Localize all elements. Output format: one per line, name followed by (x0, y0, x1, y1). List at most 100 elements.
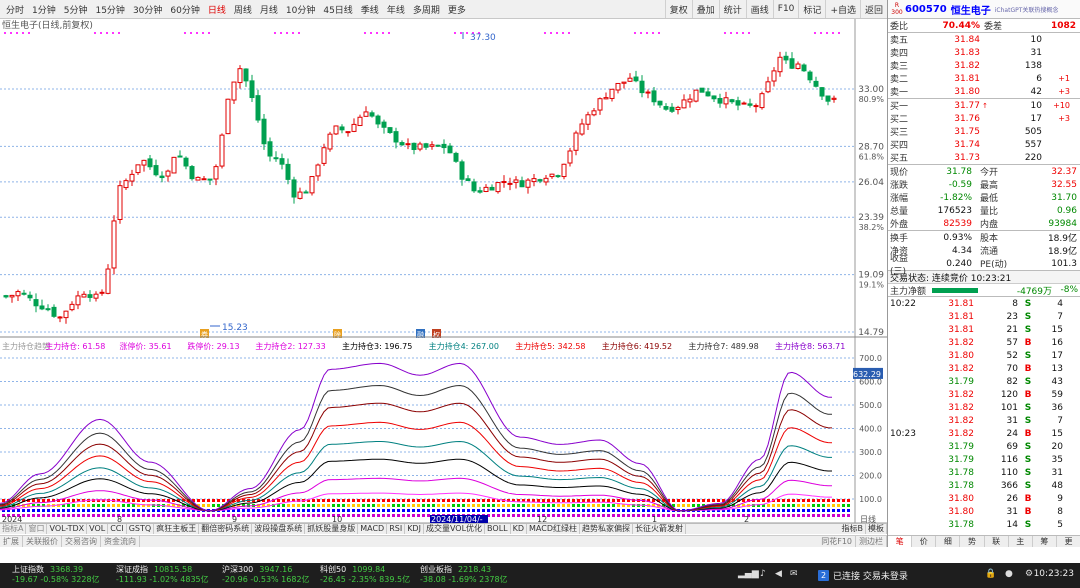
indicator-tab-right[interactable]: 指标B (840, 524, 866, 534)
stock-name[interactable]: 恒生电子 (951, 2, 991, 17)
indicator-tab[interactable]: KD (511, 524, 528, 534)
period-tab[interactable]: 10分钟 (282, 3, 319, 16)
period-tab[interactable]: 60分钟 (166, 3, 203, 16)
tick-volume: 69 (1006, 441, 1018, 452)
tool-button[interactable]: F10 (772, 0, 799, 18)
period-tab[interactable]: 年线 (383, 3, 409, 16)
indicator-tab[interactable]: VOL (87, 524, 109, 534)
indicator-tab[interactable]: 波段操盘系统 (252, 524, 306, 534)
period-tab[interactable]: 1分钟 (28, 3, 60, 16)
period-tab[interactable]: 30分钟 (129, 3, 166, 16)
indicator-tab[interactable]: KDJ (405, 524, 424, 534)
order-level[interactable]: 买一 31.77 ↑ 10 +10 (888, 99, 1080, 113)
period-tab[interactable]: 更多 (444, 3, 470, 16)
panel-tab[interactable]: 筹 (1033, 536, 1057, 547)
extension-tab[interactable]: 资金流向 (101, 536, 140, 547)
indicator-tab[interactable]: 疯狂主板王 (154, 524, 200, 534)
panel-tab[interactable]: 价 (912, 536, 937, 547)
extension-tab-right[interactable]: 测边栏 (856, 536, 887, 547)
period-tab[interactable]: 日线 (204, 3, 230, 16)
order-level[interactable]: 卖二 31.81 6 +1 (888, 72, 1080, 86)
period-tab[interactable]: 15分钟 (91, 3, 128, 16)
period-tab[interactable]: 分时 (2, 3, 28, 16)
signal-icon[interactable]: ▂▄▆ (738, 569, 759, 579)
panel-tab[interactable]: 势 (960, 536, 985, 547)
tool-button[interactable]: 叠加 (691, 0, 719, 18)
extension-tab[interactable]: 关联报价 (23, 536, 62, 547)
signal-dot (550, 32, 552, 34)
concept-link[interactable]: iChatGPT关联热搜概念 (995, 5, 1059, 14)
extension-tab[interactable]: 交易咨询 (62, 536, 101, 547)
tick-price: 31.79 (948, 376, 974, 387)
quote-row: 现价 31.78 今开 32.37 (888, 165, 1080, 179)
panel-tab[interactable]: 笔 (888, 536, 913, 547)
trading-terminal-window: 分时 1分钟 5分钟 15分钟 30分钟 60分钟 日线 周线 月线 10分钟 45日线 季线 年线 多周… (0, 0, 1080, 588)
index-item[interactable]: 深证成指 10815.58 -111.93 -1.02% 4835亿 (116, 565, 209, 585)
kline-chart-area[interactable]: 恒生电子(日线,前复权) 33.00 80.9% 28.70 61.8% 26.04 23.… (0, 19, 887, 523)
tool-button[interactable]: 复权 (664, 0, 692, 18)
period-tag: 日线 (860, 514, 876, 523)
band-dot (832, 504, 835, 507)
tool-button[interactable]: 返回 (859, 0, 887, 18)
panel-tab[interactable]: 主 (1009, 536, 1033, 547)
index-item[interactable]: 上证指数 3368.39 -19.67 -0.58% 3228亿 (12, 565, 100, 585)
band-dot (97, 509, 100, 512)
sound-icon[interactable]: ♪ (760, 569, 766, 579)
tool-button[interactable]: 标记 (798, 0, 825, 18)
indicator-tab-right[interactable]: 模板 (866, 524, 887, 534)
lock-icon[interactable]: 🔒 (985, 569, 996, 579)
settings-icon[interactable]: ⚙ (1025, 569, 1033, 579)
indicator-tab[interactable]: BOLL (485, 524, 511, 534)
indicator-tab[interactable]: 窗口 (26, 524, 48, 534)
user-icon[interactable]: ● (1005, 569, 1013, 579)
period-tab[interactable]: 多周期 (409, 3, 444, 16)
index-item[interactable]: 科创50 1099.84 -26.45 -2.35% 839.5亿 (320, 565, 410, 585)
period-tab[interactable]: 季线 (357, 3, 383, 16)
candle-body (669, 106, 675, 112)
period-tab[interactable]: 周线 (230, 3, 256, 16)
kline-chart-svg[interactable]: 恒生电子(日线,前复权) 33.0080.9% 28.7061.8% 26.04 23.… (0, 19, 887, 523)
order-level[interactable]: 买四 31.74 557 (888, 138, 1080, 152)
panel-tab[interactable]: 细 (936, 536, 961, 547)
extension-tab-right[interactable]: 同花F10 (818, 536, 856, 547)
indicator-tab[interactable]: RSI (387, 524, 406, 534)
band-dot (412, 499, 415, 502)
order-level[interactable]: 买三 31.75 505 (888, 125, 1080, 139)
tick-list[interactable]: 10:22 31.81 8 S 4 31.81 23 S 7 31.81 21 S 15 31.82 57 B… (888, 297, 1080, 531)
date-label: 10 (332, 515, 342, 523)
order-level[interactable]: 买二 31.76 17 +3 (888, 112, 1080, 126)
panel-tab[interactable]: 更 (1057, 536, 1080, 547)
period-tab[interactable]: 45日线 (319, 3, 356, 16)
index-item[interactable]: 沪深300 3947.16 -20.96 -0.53% 1682亿 (222, 565, 310, 585)
band-dot (442, 509, 445, 512)
indicator-tab[interactable]: 翻倍密码系统 (199, 524, 253, 534)
order-level[interactable]: 卖四 31.83 31 (888, 46, 1080, 60)
indicator-tab[interactable]: 成交量VOL优化 (424, 524, 486, 534)
order-level[interactable]: 卖三 31.82 138 (888, 59, 1080, 73)
period-tab[interactable]: 月线 (256, 3, 282, 16)
indicator-tab[interactable]: 抓妖股量身版 (305, 524, 359, 534)
indicator-tab[interactable]: 长征火箭发射 (633, 524, 686, 534)
order-level[interactable]: 买五 31.73 220 (888, 151, 1080, 165)
extension-tab[interactable]: 扩展 (0, 536, 23, 547)
indicator-tab[interactable]: CCI (108, 524, 127, 534)
message-icon[interactable]: ✉ (790, 569, 798, 579)
tool-button[interactable]: +自选 (825, 0, 860, 18)
indicator-tab[interactable]: VOL-TDX (47, 524, 88, 534)
indicator-tab[interactable]: 趋势私家偏探 (580, 524, 633, 534)
date-label: 12 (537, 515, 547, 523)
indicator-tab[interactable]: MACD红绿柱 (527, 524, 580, 534)
tool-button[interactable]: 统计 (718, 0, 746, 18)
order-level[interactable]: 卖一 31.80 42 +3 (888, 85, 1080, 99)
tool-button[interactable]: 画线 (745, 0, 773, 18)
band-dot (407, 499, 410, 502)
indicator-tab[interactable]: MACD (358, 524, 388, 534)
order-level[interactable]: 卖五 31.84 10 (888, 33, 1080, 47)
indicator-tab[interactable]: 指标A (0, 524, 27, 534)
period-tab[interactable]: 5分钟 (60, 3, 92, 16)
panel-tab[interactable]: 联 (985, 536, 1009, 547)
index-item[interactable]: 创业板指 2218.43 -38.08 -1.69% 2378亿 (420, 565, 508, 585)
speaker-icon[interactable]: ◀ (775, 569, 782, 579)
indicator-tab[interactable]: GSTQ (127, 524, 155, 534)
connection-status[interactable]: 2 已连接 交易未登录 (818, 569, 908, 582)
